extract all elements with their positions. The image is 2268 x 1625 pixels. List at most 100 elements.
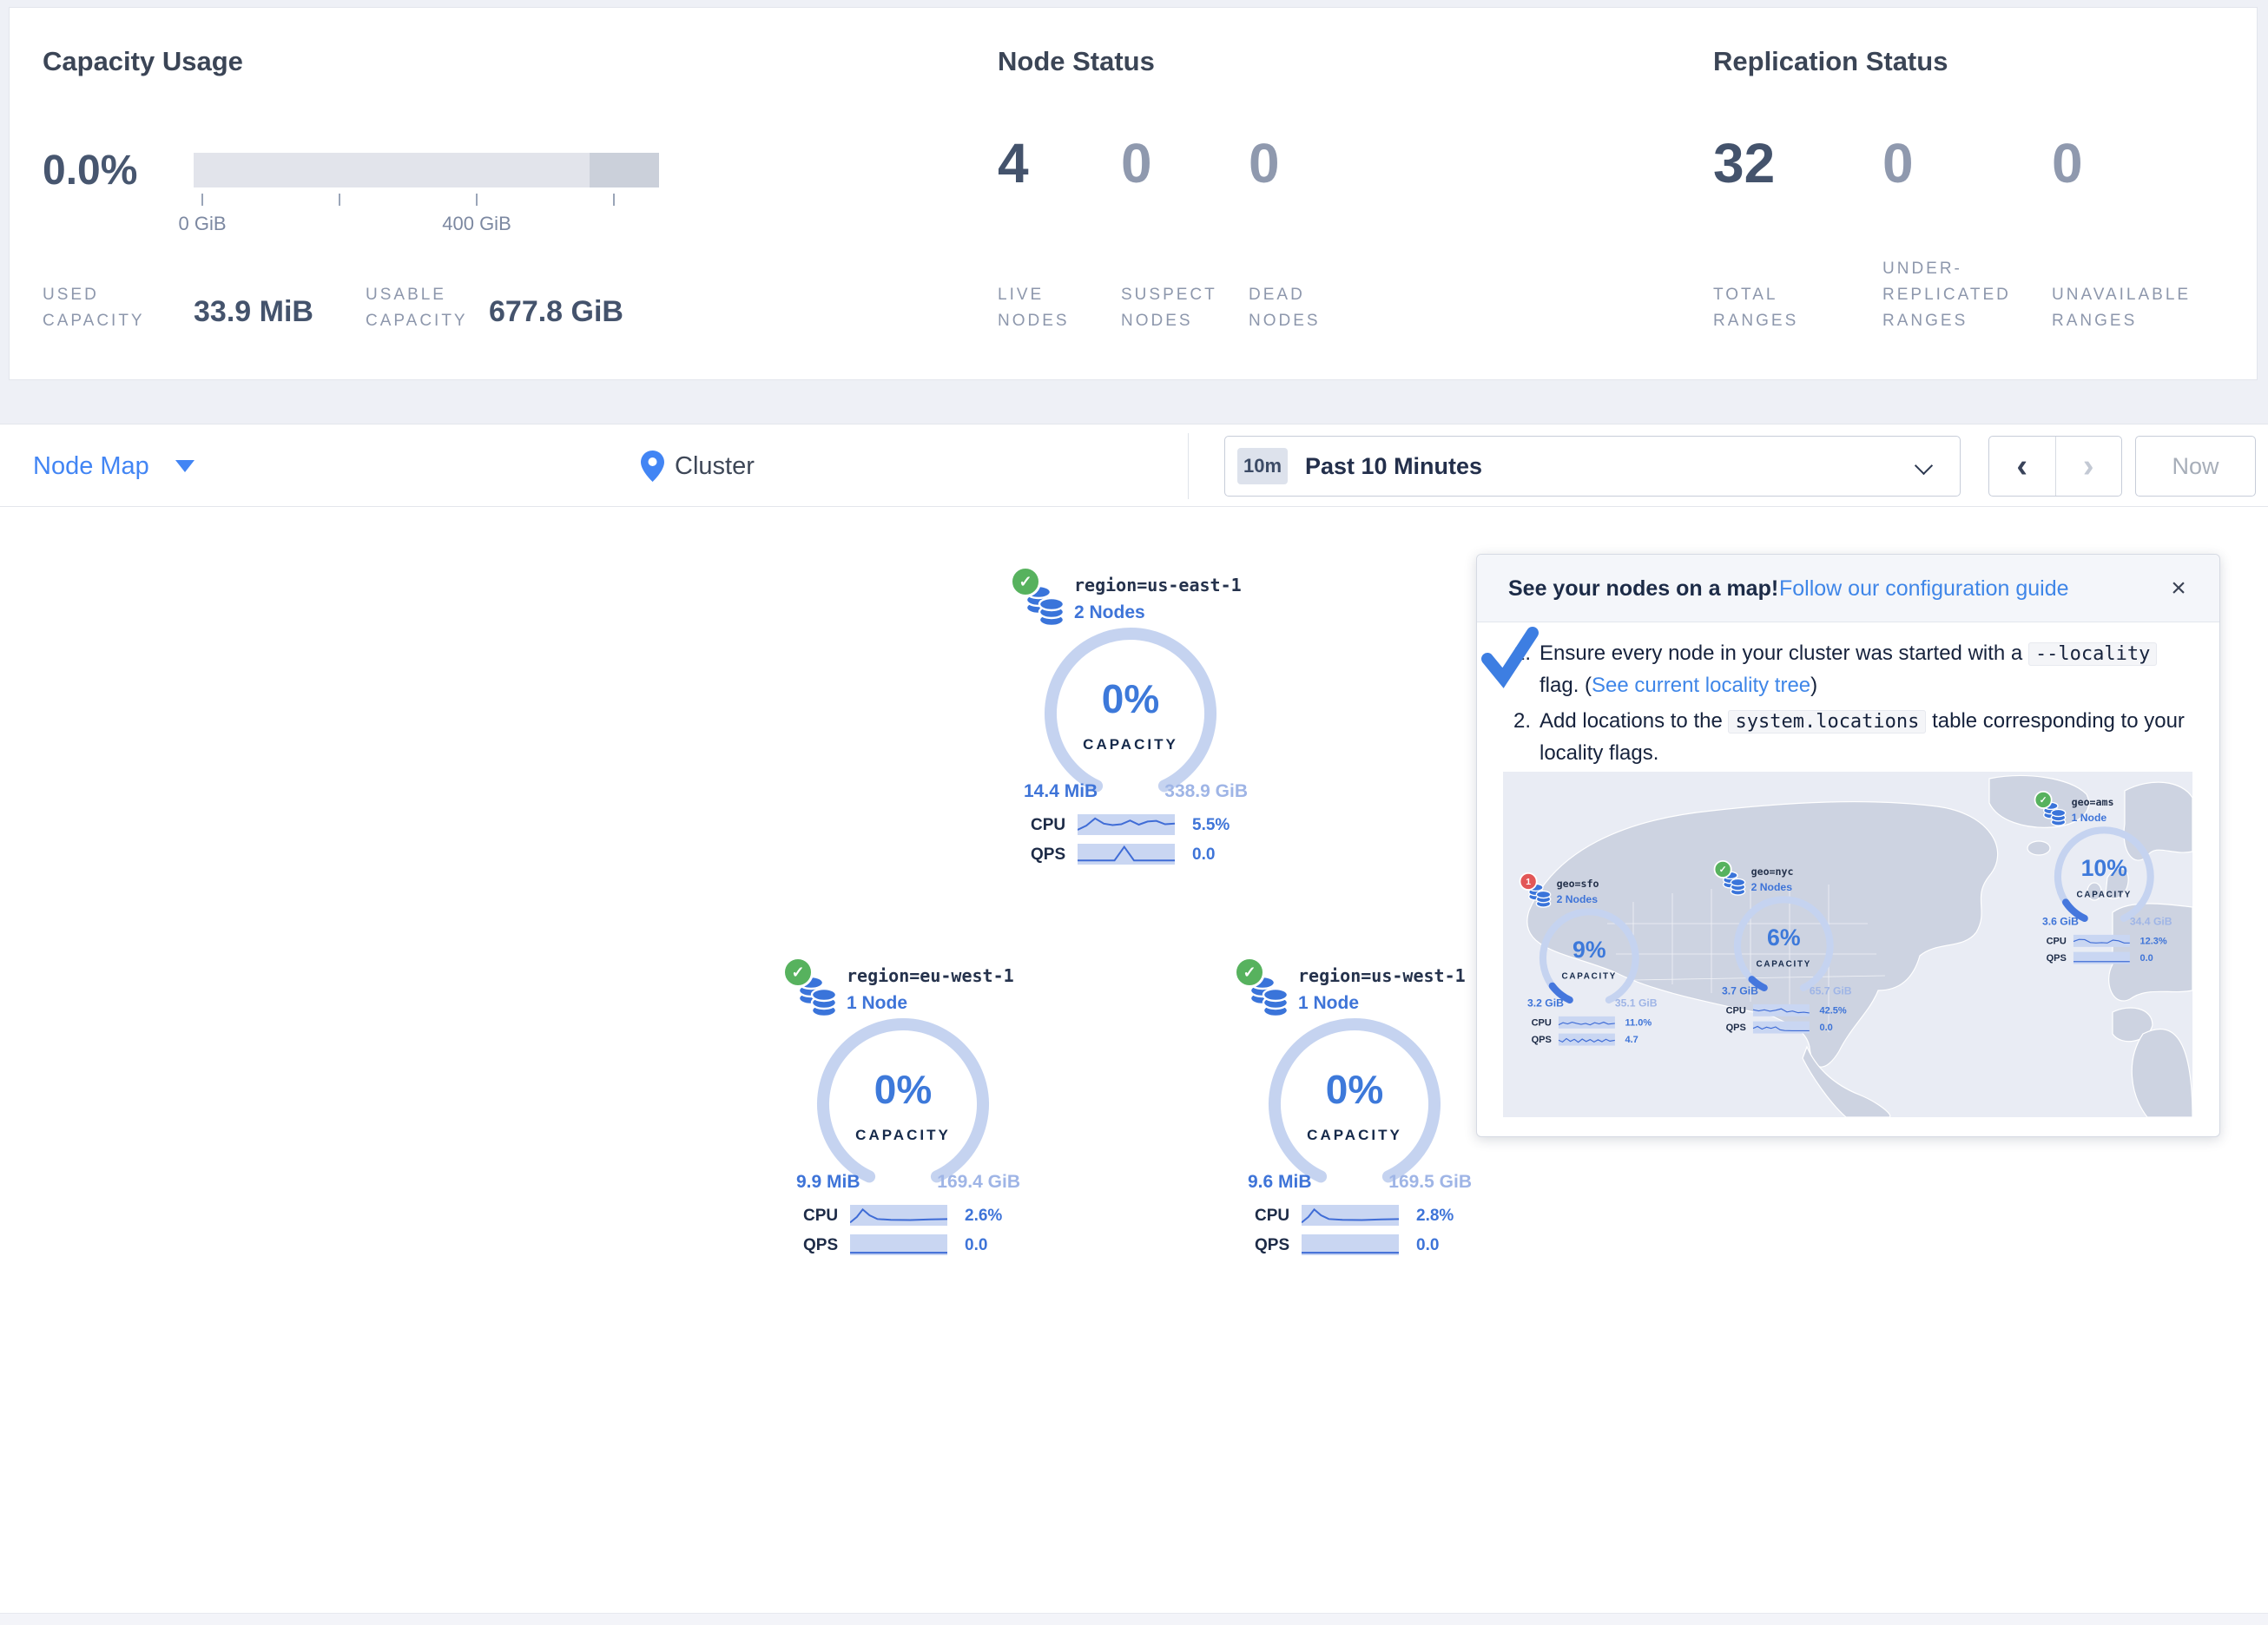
qps-value: 0.0: [965, 1236, 987, 1255]
code-snippet: system.locations: [1728, 710, 1926, 734]
qps-label: QPS: [803, 1236, 838, 1255]
cpu-label: CPU: [1532, 1017, 1552, 1029]
configuration-guide-link[interactable]: Follow our configuration guide: [1779, 555, 2069, 622]
time-next-button[interactable]: ›: [2056, 437, 2122, 496]
config-step-2: 2.Add locations to the system.locations …: [1513, 706, 2192, 769]
breadcrumb[interactable]: Cluster: [641, 424, 755, 508]
dead-nodes-count: 0: [1249, 131, 1280, 195]
time-prev-button[interactable]: ‹: [1989, 437, 2056, 496]
step-text: flag. (: [1539, 674, 1592, 697]
live-nodes-label: LIVE NODES: [998, 282, 1070, 334]
total-capacity-value: 169.5 GiB: [1388, 1172, 1472, 1193]
total-ranges-count: 32: [1713, 131, 1775, 195]
cpu-value: 11.0%: [1625, 1017, 1652, 1029]
node-status-widget[interactable]: 1geo=sfo2 Nodes9%CAPACITY3.2 GiB35.1 GiB…: [1521, 872, 1658, 1049]
used-capacity-value: 14.4 MiB: [1024, 781, 1098, 802]
cluster-overview-page: Capacity Usage 0.0% 0 GiB 400 GiB USED C…: [0, 0, 2268, 1625]
locality-label: region=eu-west-1: [847, 965, 1014, 986]
node-count-link[interactable]: 2 Nodes: [1074, 602, 1145, 623]
capacity-percent-value: 0%: [812, 1066, 994, 1113]
node-status-widget[interactable]: ✓geo=nyc2 Nodes6%CAPACITY3.7 GiB65.7 GiB…: [1716, 860, 1852, 1036]
capacity-caption: CAPACITY: [1263, 1127, 1446, 1144]
view-selector-dropdown[interactable]: Node Map: [33, 424, 194, 508]
qps-label: QPS: [2047, 953, 2067, 964]
world-map-preview: 1geo=sfo2 Nodes9%CAPACITY3.2 GiB35.1 GiB…: [1503, 772, 2192, 1117]
summary-bar: Capacity Usage 0.0% 0 GiB 400 GiB USED C…: [9, 7, 2258, 380]
healthy-badge: ✓: [2034, 791, 2053, 809]
healthy-badge: ✓: [782, 957, 814, 988]
sparkline-chart: [1753, 1004, 1810, 1016]
axis-tick: [476, 194, 478, 206]
dead-nodes-label: DEAD NODES: [1249, 282, 1321, 334]
total-capacity-value: 65.7 GiB: [1810, 985, 1852, 997]
node-status-widget[interactable]: ✓geo=ams1 Node10%CAPACITY3.6 GiB34.4 GiB…: [2036, 791, 2172, 967]
qps-label: QPS: [1031, 845, 1065, 865]
axis-tick-label: 0 GiB: [150, 213, 254, 235]
total-capacity-value: 338.9 GiB: [1164, 781, 1248, 802]
locality-label: geo=ams: [2072, 796, 2114, 808]
node-count-link[interactable]: 2 Nodes: [1557, 893, 1598, 905]
cpu-label: CPU: [803, 1207, 838, 1226]
total-capacity-value: 35.1 GiB: [1615, 997, 1658, 1010]
unavailable-label: UNAVAILABLE RANGES: [2052, 282, 2191, 334]
locality-label: geo=nyc: [1751, 865, 1794, 878]
qps-value: 0.0: [1416, 1236, 1439, 1255]
node-count-link[interactable]: 1 Node: [847, 993, 907, 1014]
axis-tick-label: 400 GiB: [425, 213, 529, 235]
capacity-bar-reserved-segment: [590, 153, 659, 188]
qps-label: QPS: [1255, 1236, 1289, 1255]
node-count-link[interactable]: 1 Node: [1298, 993, 1359, 1014]
time-range-label: Past 10 Minutes: [1305, 437, 1482, 496]
map-node-widgets: 1geo=sfo2 Nodes9%CAPACITY3.2 GiB35.1 GiB…: [1503, 772, 2192, 1117]
cpu-value: 12.3%: [2139, 936, 2166, 947]
close-icon[interactable]: ×: [2162, 572, 2195, 605]
axis-tick: [201, 194, 203, 206]
node-count-link[interactable]: 2 Nodes: [1751, 881, 1792, 893]
under-replicated-count: 0: [1882, 131, 1914, 195]
node-status-widget[interactable]: ✓region=us-west-11 Node0%CAPACITY9.6 MiB…: [1237, 957, 1472, 1260]
sparkline-chart: [1559, 1016, 1615, 1029]
used-capacity-value: 9.6 MiB: [1248, 1172, 1312, 1193]
step-text: Add locations to the: [1539, 709, 1728, 733]
popup-title: See your nodes on a map!: [1508, 555, 1778, 622]
map-config-popup: See your nodes on a map! Follow our conf…: [1476, 554, 2220, 1137]
locality-tree-link[interactable]: See current locality tree: [1592, 674, 1810, 697]
capacity-caption: CAPACITY: [1039, 736, 1222, 753]
node-status-widget[interactable]: ✓region=eu-west-11 Node0%CAPACITY9.9 MiB…: [786, 957, 1020, 1260]
locality-label: region=us-west-1: [1298, 965, 1466, 986]
capacity-bar: [194, 153, 659, 188]
qps-value: 0.0: [2139, 953, 2153, 964]
qps-value: 4.7: [1625, 1035, 1638, 1046]
healthy-badge: ✓: [1234, 957, 1265, 988]
time-nav-group: ‹ ›: [1988, 436, 2122, 497]
used-capacity-label: USED CAPACITY: [43, 282, 145, 334]
sparkline-chart: [1078, 844, 1175, 865]
sparkline-chart: [1302, 1234, 1399, 1255]
usable-capacity-label: USABLE CAPACITY: [366, 282, 468, 334]
under-replicated-label: UNDER- REPLICATED RANGES: [1882, 256, 2011, 334]
time-range-selector[interactable]: 10m Past 10 Minutes: [1224, 436, 1961, 497]
capacity-percent-value: 10%: [2051, 854, 2157, 881]
capacity-percent-value: 9%: [1536, 936, 1642, 963]
axis-tick: [339, 194, 340, 206]
sparkline-chart: [850, 1205, 947, 1226]
sparkline-chart: [2074, 935, 2130, 947]
sparkline-chart: [1302, 1205, 1399, 1226]
used-capacity-value: 9.9 MiB: [796, 1172, 860, 1193]
toolbar-divider: [1188, 433, 1189, 499]
qps-label: QPS: [1726, 1023, 1746, 1034]
total-capacity-value: 169.4 GiB: [937, 1172, 1020, 1193]
total-ranges-label: TOTAL RANGES: [1713, 282, 1798, 334]
sparkline-chart: [2074, 952, 2130, 964]
replication-status-title: Replication Status: [1713, 46, 1948, 77]
cpu-value: 2.8%: [1416, 1207, 1454, 1226]
qps-value: 0.0: [1819, 1023, 1832, 1034]
now-button[interactable]: Now: [2135, 436, 2256, 497]
node-status-widget[interactable]: ✓region=us-east-12 Nodes0%CAPACITY14.4 M…: [1013, 566, 1248, 870]
cpu-label: CPU: [1031, 816, 1065, 835]
node-count-link[interactable]: 1 Node: [2072, 812, 2107, 824]
big-check-icon: [1480, 626, 1541, 688]
suspect-nodes-label: SUSPECT NODES: [1121, 282, 1217, 334]
sparkline-chart: [850, 1234, 947, 1255]
unavailable-count: 0: [2052, 131, 2083, 195]
